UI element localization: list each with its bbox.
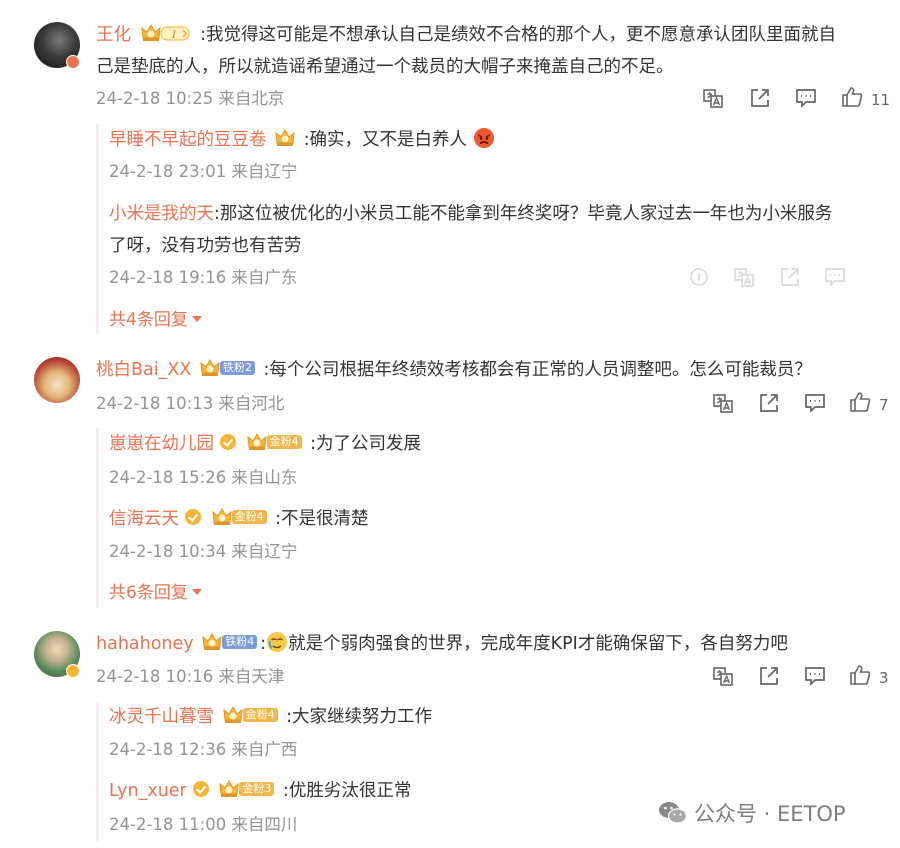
crown-icon — [219, 780, 239, 798]
reply-line: 冰灵千山暮雪 金粉4 :大家继续努力工作 — [109, 706, 432, 728]
comment-icon[interactable] — [795, 87, 817, 109]
reply-text-continued: 了呀，没有功劳也有苦劳 — [109, 236, 302, 256]
reply-meta: 24-2-18 23:01 来自辽宁 — [109, 162, 298, 181]
fan-badge: 铁粉4 — [202, 631, 258, 653]
fan-badge-label: 铁粉2 — [219, 361, 255, 375]
verified-icon — [185, 509, 201, 525]
comment-author[interactable]: 桃白Bai_XX — [96, 360, 191, 380]
verified-badge-icon — [66, 664, 80, 678]
reply-text: :大家继续努力工作 — [286, 707, 433, 727]
reply-meta: 24-2-18 15:26 来自山东 — [109, 468, 298, 487]
chevron-down-icon — [191, 316, 202, 322]
like-count: 3 — [879, 669, 889, 687]
watermark-text: 公众号 · EETOP — [694, 802, 846, 826]
more-replies-label: 共4条回复 — [109, 310, 188, 330]
more-replies-label: 共6条回复 — [109, 583, 188, 603]
reply-text: :确实，又不是白养人 — [303, 130, 468, 150]
reply-line: 小米是我的天:那这位被优化的小米员工能不能拿到年终奖呀？毕竟人家过去一年也为小米… — [109, 203, 832, 225]
verified-icon — [220, 434, 236, 450]
reply-text: :优胜劣汰很正常 — [282, 781, 412, 801]
comment-meta: 24-2-18 10:16 来自天津 — [96, 667, 285, 686]
translate-icon[interactable] — [702, 87, 724, 109]
fan-badge-label: 金粉4 — [266, 435, 302, 449]
reply-author[interactable]: 冰灵千山暮雪 — [109, 707, 214, 727]
reply-line: Lyn_xuer 金粉3 :优胜劣汰很正常 — [109, 780, 411, 802]
reply-divider — [96, 124, 99, 334]
translate-icon[interactable] — [733, 266, 755, 288]
crown-icon — [247, 433, 267, 451]
fan-badge-label: 金粉3 — [239, 782, 275, 796]
comment-icon[interactable] — [824, 266, 846, 288]
translate-icon[interactable] — [712, 392, 734, 414]
reply-meta: 24-2-18 19:16 来自广东 — [109, 268, 298, 287]
reply-author[interactable]: 崽崽在幼儿园 — [109, 434, 214, 454]
fan-badge: 金粉4 — [212, 506, 267, 528]
fan-badge: 铁粉2 — [200, 357, 255, 379]
reply-text: :那这位被优化的小米员工能不能拿到年终奖呀？毕竟人家过去一年也为小米服务 — [214, 204, 833, 224]
reply-text: :为了公司发展 — [310, 434, 422, 454]
share-icon[interactable] — [758, 665, 780, 687]
reply-meta: 24-2-18 11:00 来自四川 — [109, 815, 298, 834]
comment-text: :每个公司根据年终绩效考核都会有正常的人员调整吧。怎么可能裁员？ — [263, 360, 812, 380]
like-icon[interactable] — [849, 664, 871, 686]
comment-line: 王化 I :我觉得这可能是不想承认自己是绩效不合格的那个人，更不愿意承认团队里面… — [96, 24, 836, 46]
comment-icon[interactable] — [804, 392, 826, 414]
vip-level-icon: I — [141, 24, 190, 42]
emoji-angry-icon — [473, 128, 494, 148]
like-count: 7 — [879, 396, 889, 414]
share-icon[interactable] — [749, 87, 771, 109]
reply-meta: 24-2-18 12:36 来自广西 — [109, 740, 298, 759]
fan-badge: 金粉3 — [219, 778, 275, 800]
comment-icon[interactable] — [804, 665, 826, 687]
fan-badge-label: 铁粉4 — [222, 635, 258, 649]
like-icon[interactable] — [841, 86, 863, 108]
crown-icon — [223, 706, 243, 724]
like-count: 11 — [871, 91, 891, 109]
verified-icon — [192, 781, 209, 797]
reply-author[interactable]: 早睡不早起的豆豆卷 — [109, 130, 267, 150]
crown-icon — [202, 633, 222, 651]
wechat-icon — [659, 802, 688, 824]
reply-author[interactable]: 信海云天 — [109, 509, 179, 529]
more-replies-link[interactable]: 共4条回复 — [109, 310, 202, 330]
more-replies-link[interactable]: 共6条回复 — [109, 583, 202, 603]
fan-badge-icon — [275, 127, 295, 149]
comment-text-continued: 己是垫底的人，所以就造谣希望通过一个裁员的大帽子来掩盖自己的不足。 — [96, 57, 674, 77]
verified-badge-icon — [66, 55, 80, 69]
share-icon[interactable] — [779, 266, 801, 288]
reply-line: 早睡不早起的豆豆卷 :确实，又不是白养人 — [109, 127, 495, 151]
reply-author[interactable]: 小米是我的天 — [109, 204, 214, 224]
reply-line: 崽崽在幼儿园 金粉4 :为了公司发展 — [109, 433, 421, 455]
comment-text: 就是个弱肉强食的世界，完成年度KPI才能确保留下，各自努力吧 — [288, 634, 788, 654]
crown-icon — [212, 508, 232, 526]
watermark: 公众号 · EETOP — [658, 798, 846, 828]
fan-badge-label: 金粉4 — [242, 708, 278, 722]
comment-line: 桃白Bai_XX 铁粉2 :每个公司根据年终绩效考核都会有正常的人员调整吧。怎么… — [96, 359, 812, 381]
share-icon[interactable] — [758, 392, 780, 414]
like-icon[interactable] — [849, 391, 871, 413]
chevron-down-icon — [191, 589, 202, 595]
reply-author[interactable]: Lyn_xuer — [109, 781, 187, 801]
comment-author[interactable]: hahahoney — [96, 634, 194, 654]
comment-line: hahahoney 铁粉4: 就是个弱肉强食的世界，完成年度KPI才能确保留下，… — [96, 631, 788, 655]
comment-text: :我觉得这可能是不想承认自己是绩效不合格的那个人，更不愿意承认团队里面就自 — [200, 25, 837, 45]
reply-meta: 24-2-18 10:34 来自辽宁 — [109, 542, 298, 561]
crown-icon — [200, 359, 220, 377]
reply-text: :不是很清楚 — [275, 509, 369, 529]
fan-badge: 金粉4 — [247, 431, 302, 453]
comment-meta: 24-2-18 10:25 来自北京 — [96, 89, 285, 108]
comment-meta: 24-2-18 10:13 来自河北 — [96, 394, 285, 413]
reply-hover-icon[interactable] — [688, 266, 710, 288]
reply-divider — [96, 702, 99, 842]
reply-divider — [96, 428, 99, 608]
avatar[interactable] — [34, 357, 80, 403]
comment-author[interactable]: 王化 — [96, 25, 131, 45]
fan-badge: 金粉4 — [223, 704, 278, 726]
translate-icon[interactable] — [712, 665, 734, 687]
reply-line: 信海云天 金粉4 :不是很清楚 — [109, 508, 369, 530]
emoji-crying-icon — [267, 632, 288, 652]
fan-badge-label: 金粉4 — [231, 510, 267, 524]
